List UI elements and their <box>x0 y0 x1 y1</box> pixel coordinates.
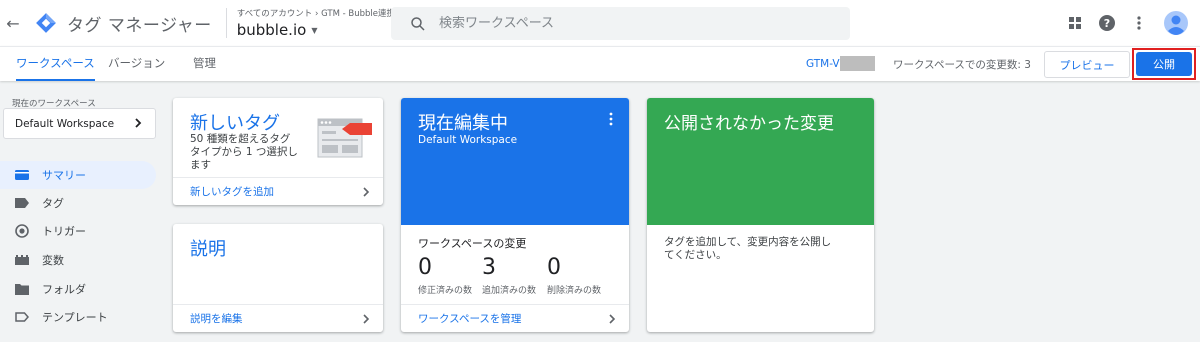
new-tag-description: 50 種類を超えるタグ タイプから 1 つ選択し ます <box>190 133 298 172</box>
sidebar-item-label: サマリー <box>42 169 86 182</box>
edit-description-link[interactable]: 説明を編集 <box>190 311 243 326</box>
current-workspace-header: 現在編集中 Default Workspace <box>401 98 629 225</box>
svg-text:?: ? <box>1104 17 1110 30</box>
dropdown-caret-icon: ▼ <box>311 25 318 35</box>
sidebar-item-variables[interactable]: 変数 <box>0 246 156 274</box>
redacted-block <box>839 56 875 71</box>
new-tag-title: 新しいタグ <box>190 113 280 134</box>
desc-line: ます <box>190 159 211 171</box>
sidebar-item-label: 変数 <box>42 254 64 267</box>
new-tag-footer[interactable]: 新しいタグを追加 <box>173 177 383 205</box>
tab-workspace[interactable]: ワークスペース <box>16 47 95 81</box>
sidebar-item-templates[interactable]: テンプレート <box>0 303 156 331</box>
top-bar: ← タグ マネージャー すべてのアカウント › GTM - Bubble連携 b… <box>0 0 1200 46</box>
sidebar-item-folders[interactable]: フォルダ <box>0 275 156 303</box>
sidebar-item-label: テンプレート <box>42 311 108 324</box>
account-breadcrumb: すべてのアカウント › GTM - Bubble連携 <box>236 9 395 19</box>
modified-label: 修正済みの数 <box>418 286 473 296</box>
desc-line: タグを追加して、変更内容を公開し <box>664 236 832 248</box>
container-name: bubble.io <box>236 21 307 39</box>
current-workspace-footer[interactable]: ワークスペースを管理 <box>401 304 629 332</box>
apps-grid-icon[interactable] <box>1064 12 1086 34</box>
folder-icon <box>15 282 29 296</box>
workspace-nav-bar: ワークスペース バージョン 管理 GTM-V ワークスペースでの変更数: 3 プ… <box>0 46 1200 81</box>
desc-line: タイプから 1 つ選択し <box>190 146 298 158</box>
desc-line: 50 種類を超えるタグ <box>190 133 291 145</box>
editing-workspace-name: Default Workspace <box>418 134 518 146</box>
tag-illustration-icon <box>316 117 372 163</box>
deleted-count: 0 <box>547 255 561 280</box>
workspace-changes-title: ワークスペースの変更 <box>418 237 527 250</box>
desc-line: てください。 <box>664 249 727 261</box>
trigger-icon <box>15 224 29 238</box>
workspace-name: Default Workspace <box>15 117 115 130</box>
preview-button[interactable]: プレビュー <box>1044 51 1130 78</box>
unpublished-title: 公開されなかった変更 <box>664 114 834 134</box>
workspace-changes-count: ワークスペースでの変更数: 3 <box>893 59 1031 71</box>
container-selector[interactable]: すべてのアカウント › GTM - Bubble連携 bubble.io ▼ <box>237 7 395 39</box>
help-icon[interactable]: ? <box>1096 12 1118 34</box>
publish-highlight: 公開 <box>1132 48 1196 80</box>
editing-title: 現在編集中 <box>418 113 508 134</box>
deleted-label: 削除済みの数 <box>547 286 602 296</box>
chevron-right-icon <box>363 187 370 197</box>
more-vert-icon[interactable] <box>608 112 614 126</box>
sidebar-item-triggers[interactable]: トリガー <box>0 217 156 245</box>
tab-versions[interactable]: バージョン <box>108 47 165 81</box>
description-title: 説明 <box>190 239 226 260</box>
added-count: 3 <box>482 255 496 280</box>
current-workspace-card: 現在編集中 Default Workspace ワークスペースの変更 0 3 0… <box>401 98 629 332</box>
sidebar-item-label: トリガー <box>42 225 86 238</box>
chevron-right-icon <box>363 314 370 324</box>
chevron-right-icon <box>609 314 616 324</box>
tag-icon <box>15 196 29 210</box>
workspace-selector[interactable]: Default Workspace <box>3 108 156 139</box>
container-id-text: GTM-V <box>806 57 840 70</box>
chevron-right-icon <box>135 118 142 128</box>
more-vert-icon[interactable] <box>1128 12 1150 34</box>
sidebar-item-tags[interactable]: タグ <box>0 189 156 217</box>
summary-icon <box>15 168 29 182</box>
sidebar-item-summary[interactable]: サマリー <box>0 161 156 189</box>
description-footer[interactable]: 説明を編集 <box>173 304 383 332</box>
add-new-tag-link[interactable]: 新しいタグを追加 <box>190 184 274 199</box>
unpublished-header: 公開されなかった変更 <box>647 98 874 225</box>
sidebar-item-label: フォルダ <box>42 283 86 296</box>
added-label: 追加済みの数 <box>482 286 537 296</box>
manage-workspaces-link[interactable]: ワークスペースを管理 <box>418 311 521 326</box>
unpublished-description: タグを追加して、変更内容を公開し てください。 <box>664 236 831 262</box>
publish-button[interactable]: 公開 <box>1136 52 1192 76</box>
account-avatar-icon[interactable] <box>1164 11 1188 35</box>
template-icon <box>15 310 29 324</box>
search-bar[interactable] <box>391 7 850 40</box>
app-title: タグ マネージャー <box>67 15 212 36</box>
modified-count: 0 <box>418 255 432 280</box>
divider <box>225 8 227 38</box>
variables-icon <box>15 253 29 267</box>
search-icon <box>411 16 425 31</box>
back-arrow-icon[interactable]: ← <box>3 14 23 33</box>
tab-admin[interactable]: 管理 <box>193 47 216 81</box>
search-input[interactable] <box>439 16 819 31</box>
container-id[interactable]: GTM-V <box>806 56 875 71</box>
description-card[interactable]: 説明 説明を編集 <box>173 224 383 332</box>
sidebar-item-label: タグ <box>42 197 64 210</box>
new-tag-card[interactable]: 新しいタグ 50 種類を超えるタグ タイプから 1 つ選択し ます 新しいタグを… <box>173 98 383 205</box>
tag-manager-logo-icon <box>35 12 57 34</box>
unpublished-changes-card: 公開されなかった変更 タグを追加して、変更内容を公開し てください。 <box>647 98 874 332</box>
